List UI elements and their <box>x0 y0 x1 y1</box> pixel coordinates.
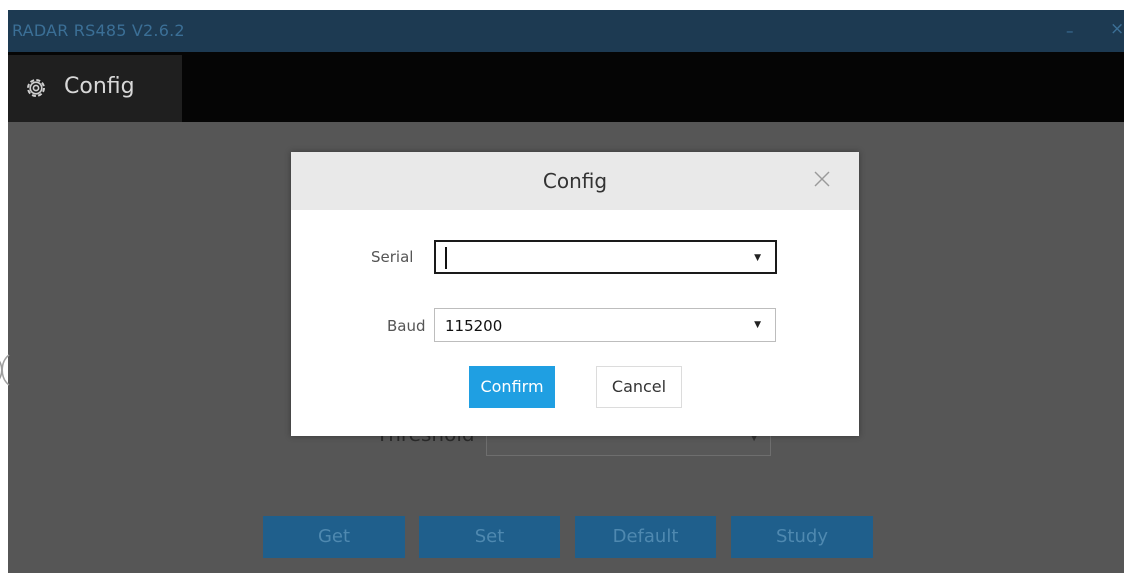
serial-label: Serial <box>371 248 414 266</box>
get-button[interactable]: Get <box>263 516 405 558</box>
serial-select[interactable]: ▼ <box>434 240 777 274</box>
baud-value: 115200 <box>445 317 503 335</box>
tab-config[interactable]: Config <box>8 55 182 122</box>
text-cursor <box>445 247 447 269</box>
tab-config-label: Config <box>64 74 135 99</box>
chevron-down-icon: ▼ <box>754 253 761 263</box>
baud-select[interactable]: 115200 ▼ <box>434 308 776 342</box>
gear-icon <box>27 79 45 97</box>
study-button[interactable]: Study <box>731 516 873 558</box>
dialog-title: Config <box>542 169 608 193</box>
title-bar: RADAR RS485 V2.6.2 – × <box>8 10 1124 52</box>
chevron-down-icon: ▼ <box>754 320 761 330</box>
default-button[interactable]: Default <box>575 516 716 558</box>
window-close-button[interactable]: × <box>1110 19 1124 39</box>
app-title: RADAR RS485 V2.6.2 <box>12 21 185 40</box>
baud-label: Baud <box>387 317 426 335</box>
confirm-button[interactable]: Confirm <box>469 366 555 408</box>
config-dialog: Config Serial ▼ Baud 115200 ▼ Confirm Ca… <box>291 152 859 436</box>
cancel-button[interactable]: Cancel <box>596 366 682 408</box>
close-icon[interactable] <box>809 166 835 192</box>
dialog-header: Config <box>291 152 859 210</box>
tab-bar: Config <box>8 52 1124 122</box>
minimize-button[interactable]: – <box>1066 22 1074 40</box>
partial-circle-decoration <box>0 354 10 386</box>
set-button[interactable]: Set <box>419 516 560 558</box>
